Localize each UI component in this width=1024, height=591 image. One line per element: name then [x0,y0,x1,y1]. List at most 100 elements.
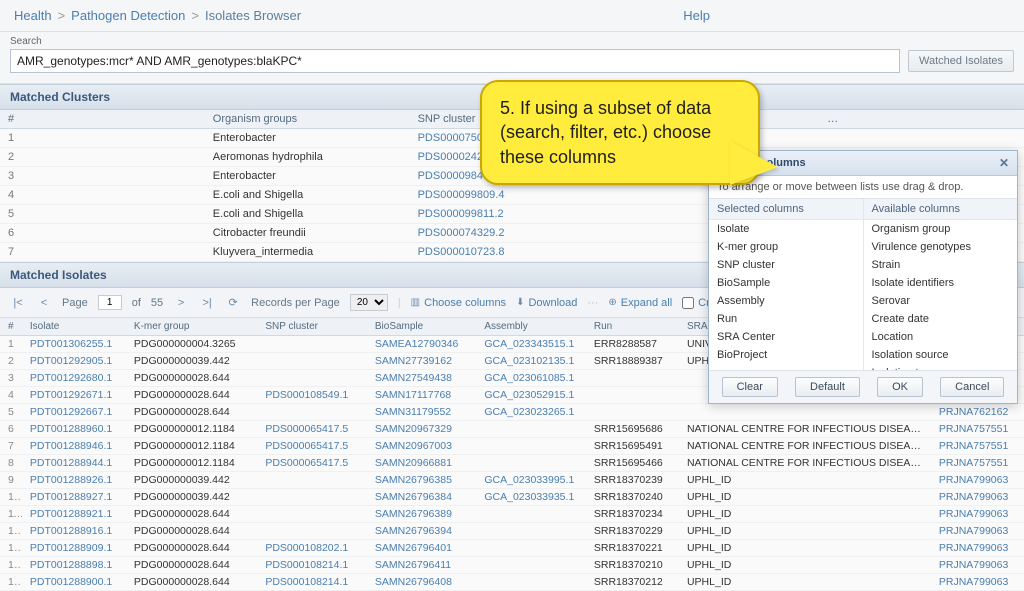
isolate-link[interactable]: PDT001288944.1 [30,457,112,469]
isolates-row[interactable]: 6PDT001288960.1PDG000000012.1184PDS00006… [0,421,1024,438]
biosample-link[interactable]: SAMN27549438 [375,372,452,384]
snp-link[interactable]: PDS000065417.5 [265,423,348,435]
first-page-icon[interactable]: |< [10,295,26,311]
isolates-col-header[interactable]: SNP cluster [257,318,367,336]
bioproject-link[interactable]: PRJNA799063 [939,525,1008,537]
isolate-link[interactable]: PDT001292667.1 [30,406,112,418]
isolates-row[interactable]: 9PDT001288926.1PDG000000039.442SAMN26796… [0,472,1024,489]
isolate-link[interactable]: PDT001288960.1 [30,423,112,435]
isolates-row[interactable]: 15PDT001288900.1PDG000000028.644PDS00010… [0,574,1024,591]
isolate-link[interactable]: PDT001306255.1 [30,338,112,350]
biosample-link[interactable]: SAMN31179552 [375,406,451,418]
next-page-icon[interactable]: > [173,295,189,311]
isolate-link[interactable]: PDT001292905.1 [30,355,112,367]
isolate-link[interactable]: PDT001288946.1 [30,440,112,452]
biosample-link[interactable]: SAMN20967003 [375,440,452,452]
isolate-link[interactable]: PDT001292680.1 [30,372,112,384]
snp-cluster-link[interactable]: PDS000099809.4 [418,189,505,201]
available-column-item[interactable]: Isolate identifiers [864,274,1018,292]
selected-column-item[interactable]: BioSample [709,274,863,292]
assembly-link[interactable]: GCA_023061085.1 [484,372,574,384]
available-column-item[interactable]: Isolation type [864,364,1018,370]
available-column-item[interactable]: Create date [864,310,1018,328]
page-input[interactable] [98,295,122,310]
available-column-item[interactable]: Serovar [864,292,1018,310]
snp-link[interactable]: PDS000065417.5 [265,457,348,469]
crumb-health[interactable]: Health [14,8,52,23]
clusters-col-header[interactable]: # [0,110,205,129]
refresh-icon[interactable]: ⟳ [225,295,241,311]
isolates-col-header[interactable]: Isolate [22,318,126,336]
isolate-link[interactable]: PDT001292671.1 [30,389,112,401]
isolates-col-header[interactable]: K-mer group [126,318,257,336]
expand-all-button[interactable]: ⊕Expand all [608,297,672,309]
snp-link[interactable]: PDS000108549.1 [265,389,348,401]
ok-button[interactable]: OK [877,377,923,397]
snp-link[interactable]: PDS000108202.1 [265,542,348,554]
isolate-link[interactable]: PDT001288900.1 [30,576,112,588]
isolates-col-header[interactable]: # [0,318,22,336]
biosample-link[interactable]: SAMN26796389 [375,508,452,520]
isolates-row[interactable]: 7PDT001288946.1PDG000000012.1184PDS00006… [0,438,1024,455]
biosample-link[interactable]: SAMN26796408 [375,576,452,588]
biosample-link[interactable]: SAMN20966881 [375,457,452,469]
selected-columns-list[interactable]: IsolateK-mer groupSNP clusterBioSampleAs… [709,220,863,364]
download-button[interactable]: ⬇Download [516,297,577,309]
crumb-pathogen[interactable]: Pathogen Detection [71,8,185,23]
assembly-link[interactable]: GCA_023023265.1 [484,406,574,418]
isolate-link[interactable]: PDT001288921.1 [30,508,112,520]
selected-column-item[interactable]: Run [709,310,863,328]
isolates-row[interactable]: 10PDT001288927.1PDG000000039.442SAMN2679… [0,489,1024,506]
available-columns-list[interactable]: Organism groupVirulence genotypesStrainI… [864,220,1018,370]
clusters-col-header[interactable]: Organism groups [205,110,410,129]
biosample-link[interactable]: SAMN26796401 [375,542,452,554]
bioproject-link[interactable]: PRJNA757551 [939,440,1008,452]
bioproject-link[interactable]: PRJNA799063 [939,508,1008,520]
selected-column-item[interactable]: Assembly [709,292,863,310]
available-column-item[interactable]: Organism group [864,220,1018,238]
isolate-link[interactable]: PDT001288927.1 [30,491,112,503]
help-link[interactable]: Help [683,8,710,23]
assembly-link[interactable]: GCA_023033935.1 [484,491,574,503]
bioproject-link[interactable]: PRJNA757551 [939,457,1008,469]
available-column-item[interactable]: Virulence genotypes [864,238,1018,256]
selected-column-item[interactable]: SRA Center [709,328,863,346]
bioproject-link[interactable]: PRJNA799063 [939,542,1008,554]
isolate-link[interactable]: PDT001288898.1 [30,559,112,571]
isolates-col-header[interactable]: Run [586,318,679,336]
isolates-row[interactable]: 11PDT001288921.1PDG000000028.644SAMN2679… [0,506,1024,523]
isolates-col-header[interactable]: BioSample [367,318,477,336]
isolates-row[interactable]: 14PDT001288898.1PDG000000028.644PDS00010… [0,557,1024,574]
default-button[interactable]: Default [795,377,860,397]
isolates-row[interactable]: 8PDT001288944.1PDG000000012.1184PDS00006… [0,455,1024,472]
bioproject-link[interactable]: PRJNA799063 [939,474,1008,486]
close-icon[interactable]: ✕ [999,156,1009,170]
isolates-col-header[interactable]: Assembly [476,318,586,336]
biosample-link[interactable]: SAMN26796411 [375,559,451,571]
selected-column-item[interactable]: SNP cluster [709,256,863,274]
choose-columns-button[interactable]: ▥Choose columns [411,297,506,309]
last-page-icon[interactable]: >| [199,295,215,311]
snp-link[interactable]: PDS000065417.5 [265,440,348,452]
biosample-link[interactable]: SAMEA12790346 [375,338,458,350]
bioproject-link[interactable]: PRJNA762162 [939,406,1008,418]
assembly-link[interactable]: GCA_023033995.1 [484,474,574,486]
clusters-col-header[interactable]: … [819,110,1024,129]
cross-browser-input[interactable] [682,297,694,309]
isolates-row[interactable]: 13PDT001288909.1PDG000000028.644PDS00010… [0,540,1024,557]
isolates-row[interactable]: 5PDT001292667.1PDG000000028.644SAMN31179… [0,404,1024,421]
biosample-link[interactable]: SAMN20967329 [375,423,452,435]
prev-page-icon[interactable]: < [36,295,52,311]
records-per-page-select[interactable]: 20 [350,294,388,311]
biosample-link[interactable]: SAMN17117768 [375,389,451,401]
isolate-link[interactable]: PDT001288909.1 [30,542,112,554]
snp-link[interactable]: PDS000108214.1 [265,559,348,571]
biosample-link[interactable]: SAMN27739162 [375,355,452,367]
bioproject-link[interactable]: PRJNA799063 [939,559,1008,571]
search-input[interactable] [10,49,900,73]
snp-cluster-link[interactable]: PDS000099811.2 [418,208,504,220]
selected-column-item[interactable]: K-mer group [709,238,863,256]
assembly-link[interactable]: GCA_023052915.1 [484,389,574,401]
watched-isolates-button[interactable]: Watched Isolates [908,50,1014,72]
selected-column-item[interactable]: Isolate [709,220,863,238]
